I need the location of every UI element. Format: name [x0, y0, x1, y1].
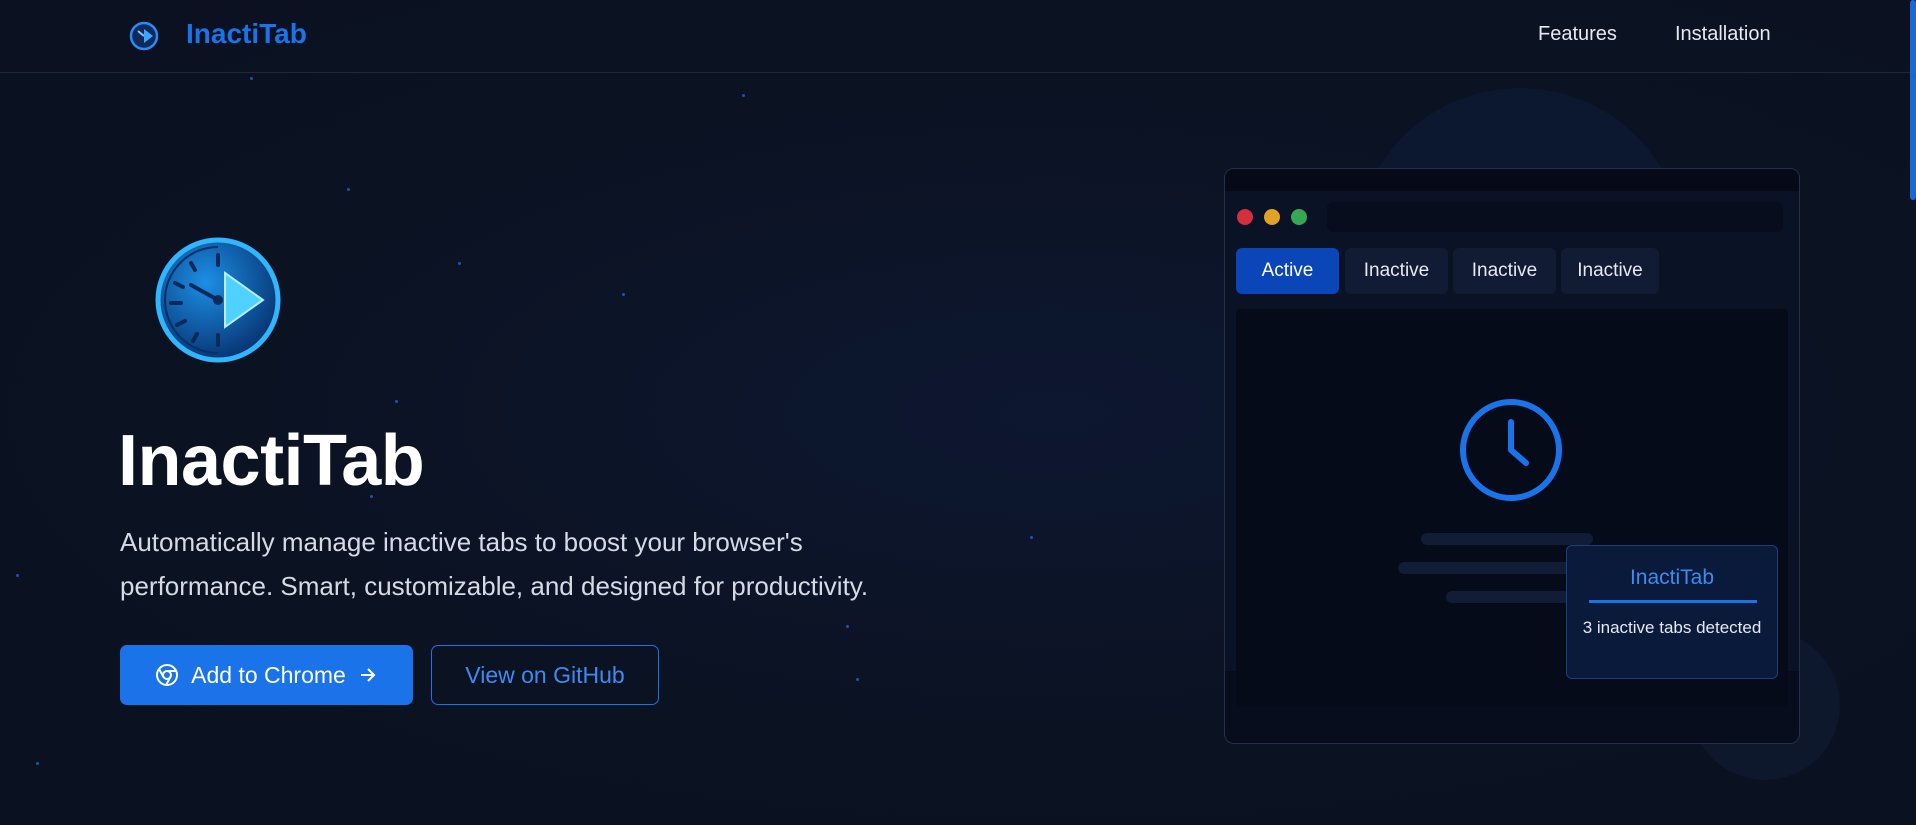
scrollbar-thumb[interactable]: [1910, 0, 1916, 200]
close-dot-icon: [1237, 209, 1253, 225]
maximize-dot-icon: [1291, 209, 1307, 225]
hero-description: Automatically manage inactive tabs to bo…: [120, 527, 869, 601]
landing-page: InactiTab Features Installation InactiTa…: [0, 0, 1916, 825]
star-dot: [347, 188, 350, 191]
clock-play-icon[interactable]: [128, 20, 160, 52]
star-dot: [395, 400, 398, 403]
mockup-top-strip: [1225, 169, 1799, 191]
address-bar: [1327, 202, 1783, 232]
hero-title: InactiTab: [118, 421, 425, 501]
star-dot: [458, 262, 461, 265]
extension-popup: InactiTab 3 inactive tabs detected: [1566, 545, 1778, 679]
tab-inactive: Inactive: [1561, 248, 1659, 294]
add-to-chrome-button[interactable]: Add to Chrome: [120, 645, 413, 705]
view-on-github-button[interactable]: View on GitHub: [431, 645, 659, 705]
clock-play-icon: [155, 237, 281, 363]
chrome-icon: [156, 664, 179, 686]
star-dot: [16, 574, 19, 577]
brand-name[interactable]: InactiTab: [186, 18, 307, 50]
star-dot: [622, 293, 625, 296]
top-navbar: InactiTab Features Installation: [0, 0, 1916, 73]
tab-inactive: Inactive: [1453, 248, 1556, 294]
nav-installation-link[interactable]: Installation: [1675, 23, 1771, 46]
tab-inactive: Inactive: [1345, 248, 1448, 294]
arrow-right-icon: [360, 668, 376, 682]
add-to-chrome-label: Add to Chrome: [191, 661, 346, 688]
star-dot: [36, 762, 39, 765]
star-dot: [1030, 536, 1033, 539]
nav-features-link[interactable]: Features: [1538, 23, 1617, 46]
skeleton-line: [1421, 533, 1593, 545]
tab-active: Active: [1236, 248, 1339, 294]
clock-icon: [1460, 399, 1562, 501]
star-dot: [250, 77, 253, 80]
star-dot: [742, 94, 745, 97]
minimize-dot-icon: [1264, 209, 1280, 225]
star-dot: [846, 625, 849, 628]
popup-title: InactiTab: [1629, 566, 1715, 589]
star-dot: [856, 678, 859, 681]
popup-message: 3 inactive tabs detected: [1582, 618, 1762, 637]
popup-divider: [1589, 600, 1757, 603]
